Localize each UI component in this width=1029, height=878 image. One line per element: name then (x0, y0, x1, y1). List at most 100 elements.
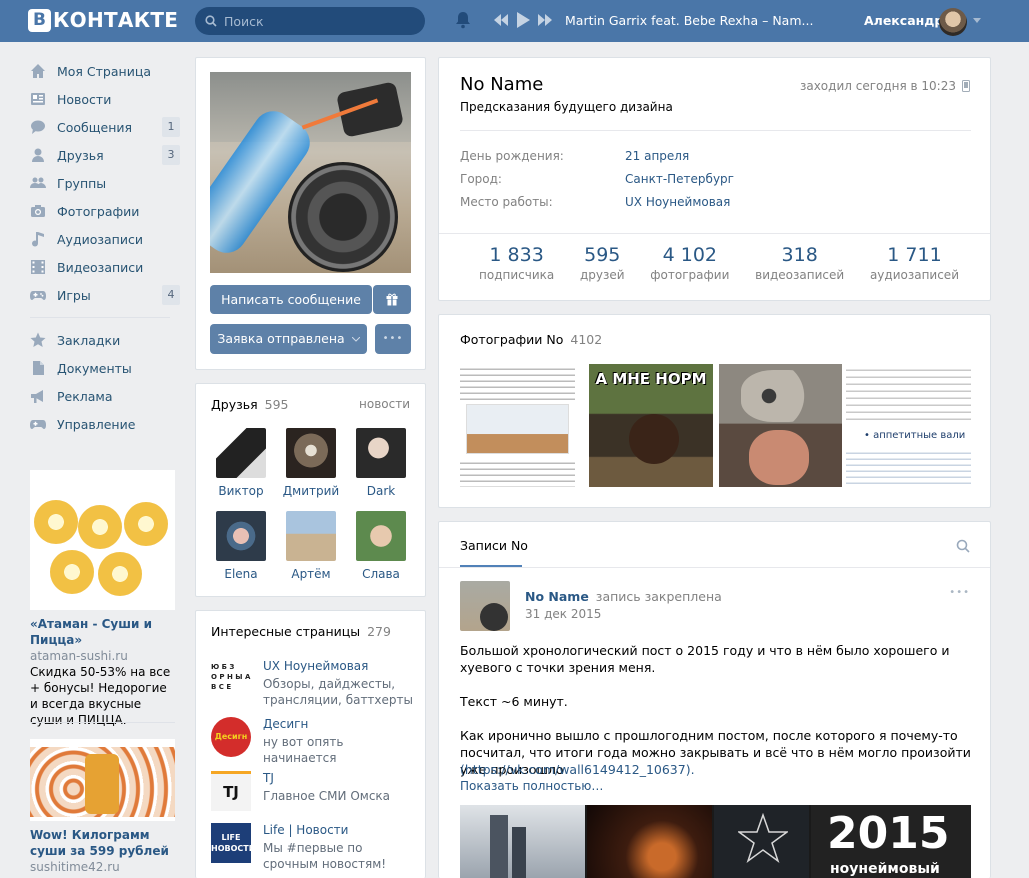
ad-domain[interactable]: ataman-sushi.ru (30, 648, 175, 664)
sidebar-item-manage[interactable]: Управление (30, 410, 180, 438)
friends-card: Друзья 595 новости Виктор Дмитрий Dark E… (195, 383, 426, 597)
divider (439, 233, 990, 234)
post-menu-button[interactable]: ••• (949, 587, 970, 598)
friend-name[interactable]: Дмитрий (276, 484, 346, 498)
post-link[interactable]: (https://vk.com/wall6149412_10637). (460, 761, 975, 778)
ad-title[interactable]: Wow! Килограмм суши за 599 рублей (30, 827, 175, 859)
ad-image[interactable] (30, 739, 175, 821)
more-actions-button[interactable]: ••• (375, 324, 411, 354)
home-icon (30, 63, 46, 79)
sidebar-item-documents[interactable]: Документы (30, 354, 180, 382)
counter-photos[interactable]: 4 102 фотографии (650, 244, 729, 282)
sidebar-item-bookmarks[interactable]: Закладки (30, 326, 180, 354)
interesting-pages-header[interactable]: Интересные страницы 279 (211, 624, 391, 639)
ad-block[interactable]: «Атаман - Суши и Пицца» ataman-sushi.ru … (30, 470, 175, 728)
page-name[interactable]: Десигн (263, 717, 308, 731)
sidebar-item-label: Моя Страница (57, 63, 151, 79)
photo-thumb[interactable]: А МНЕ НОРМ (589, 364, 713, 487)
left-sidebar: Моя Страница Новости Сообщения 1 Друзья … (30, 57, 180, 438)
post-paragraph: Текст ~6 минут. (460, 694, 568, 709)
chevron-down-icon[interactable] (973, 18, 981, 23)
search-box[interactable] (195, 7, 425, 35)
interesting-page-item[interactable]: TJ TJ Главное СМИ Омска (211, 771, 411, 815)
page-name[interactable]: Life | Новости (263, 823, 348, 837)
ad-image[interactable] (30, 470, 175, 610)
friends-news-link[interactable]: новости (359, 397, 410, 411)
sidebar-item-groups[interactable]: Группы (30, 169, 180, 197)
photo-thumb[interactable] (460, 364, 575, 487)
friends-title: Друзья (211, 397, 258, 412)
birthday-value[interactable]: 21 апреля (625, 149, 689, 163)
friend-item[interactable]: Слава (346, 511, 416, 581)
friend-name[interactable]: Dark (346, 484, 416, 498)
profile-status[interactable]: Предсказания будущего дизайна (460, 100, 673, 114)
page-logo[interactable]: Ю Б З О Р Н Ы А В С Е (211, 659, 251, 699)
ad-title[interactable]: «Атаман - Суши и Пицца» (30, 616, 175, 648)
friends-header[interactable]: Друзья 595 (211, 397, 288, 412)
workplace-value[interactable]: UX Ноунеймовая (625, 195, 730, 209)
friend-request-sent-button[interactable]: Заявка отправлена (210, 324, 367, 354)
friend-avatar[interactable] (286, 428, 336, 478)
friend-avatar[interactable] (286, 511, 336, 561)
play-icon[interactable] (517, 12, 530, 28)
sidebar-item-ads[interactable]: Реклама (30, 382, 180, 410)
now-playing-track[interactable]: Martin Garrix feat. Bebe Rexha – Nam... (565, 13, 813, 28)
friend-item[interactable]: Виктор (206, 428, 276, 498)
user-avatar[interactable] (939, 8, 967, 36)
post-author-avatar[interactable] (460, 581, 510, 631)
friend-name[interactable]: Слава (346, 567, 416, 581)
post-image[interactable]: 2015 ноунеймовый (460, 805, 971, 878)
send-gift-button[interactable] (373, 285, 411, 314)
interesting-page-item[interactable]: Ю Б З О Р Н Ы А В С Е UX Ноунеймовая Обз… (211, 659, 413, 709)
counter-videos[interactable]: 318 видеозаписей (755, 244, 844, 282)
sidebar-item-news[interactable]: Новости (30, 85, 180, 113)
page-name[interactable]: TJ (263, 771, 274, 785)
page-logo[interactable]: LIFE НОВОСТИ (211, 823, 255, 863)
city-value[interactable]: Санкт-Петербург (625, 172, 734, 186)
sidebar-item-friends[interactable]: Друзья 3 (30, 141, 180, 169)
friend-avatar[interactable] (356, 428, 406, 478)
ad-domain[interactable]: sushitime42.ru (30, 859, 175, 875)
friend-name[interactable]: Артём (276, 567, 346, 581)
profile-photo[interactable] (210, 72, 411, 273)
friend-avatar[interactable] (356, 511, 406, 561)
friend-item[interactable]: Dark (346, 428, 416, 498)
friend-avatar[interactable] (216, 428, 266, 478)
photos-header[interactable]: Фотографии No 4102 (460, 332, 602, 347)
ad-block[interactable]: Wow! Килограмм суши за 599 рублей sushit… (30, 739, 175, 875)
counter-friends[interactable]: 595 друзей (580, 244, 625, 282)
page-name[interactable]: UX Ноунеймовая (263, 659, 368, 673)
friend-name[interactable]: Elena (206, 567, 276, 581)
friend-avatar[interactable] (216, 511, 266, 561)
photo-thumb[interactable] (719, 364, 842, 487)
tab-wall-posts[interactable]: Записи No (460, 538, 528, 553)
friend-item[interactable]: Артём (276, 511, 346, 581)
user-name[interactable]: Александр (864, 13, 943, 28)
interesting-page-item[interactable]: LIFE НОВОСТИ Life | Новости Мы #первые п… (211, 823, 411, 873)
sidebar-item-games[interactable]: Игры 4 (30, 281, 180, 309)
bell-icon[interactable] (455, 11, 471, 29)
sidebar-item-audio[interactable]: Аудиозаписи (30, 225, 180, 253)
sidebar-item-photos[interactable]: Фотографии (30, 197, 180, 225)
next-track-icon[interactable] (538, 14, 552, 26)
sidebar-item-my-page[interactable]: Моя Страница (30, 57, 180, 85)
search-input[interactable] (224, 13, 414, 29)
friend-name[interactable]: Виктор (206, 484, 276, 498)
vk-logo[interactable]: В КОНТАКТЕ (28, 8, 178, 32)
photo-thumb[interactable]: • аппетитные вали (846, 364, 971, 487)
friend-item[interactable]: Дмитрий (276, 428, 346, 498)
show-more-link[interactable]: Показать полностью… (460, 778, 975, 795)
post-date[interactable]: 31 дек 2015 (525, 607, 601, 621)
counter-audio[interactable]: 1 711 аудиозаписей (870, 244, 959, 282)
send-message-button[interactable]: Написать сообщение (210, 285, 372, 314)
previous-track-icon[interactable] (494, 14, 508, 26)
interesting-page-item[interactable]: Десигн Десигн ну вот опять начинается (211, 717, 411, 765)
sidebar-item-video[interactable]: Видеозаписи (30, 253, 180, 281)
post-author-name[interactable]: No Name (525, 589, 589, 604)
page-logo[interactable]: TJ (211, 771, 251, 811)
page-logo[interactable]: Десигн (211, 717, 251, 757)
counter-followers[interactable]: 1 833 подписчика (479, 244, 554, 282)
sidebar-item-messages[interactable]: Сообщения 1 (30, 113, 180, 141)
friend-item[interactable]: Elena (206, 511, 276, 581)
search-icon[interactable] (956, 539, 970, 553)
